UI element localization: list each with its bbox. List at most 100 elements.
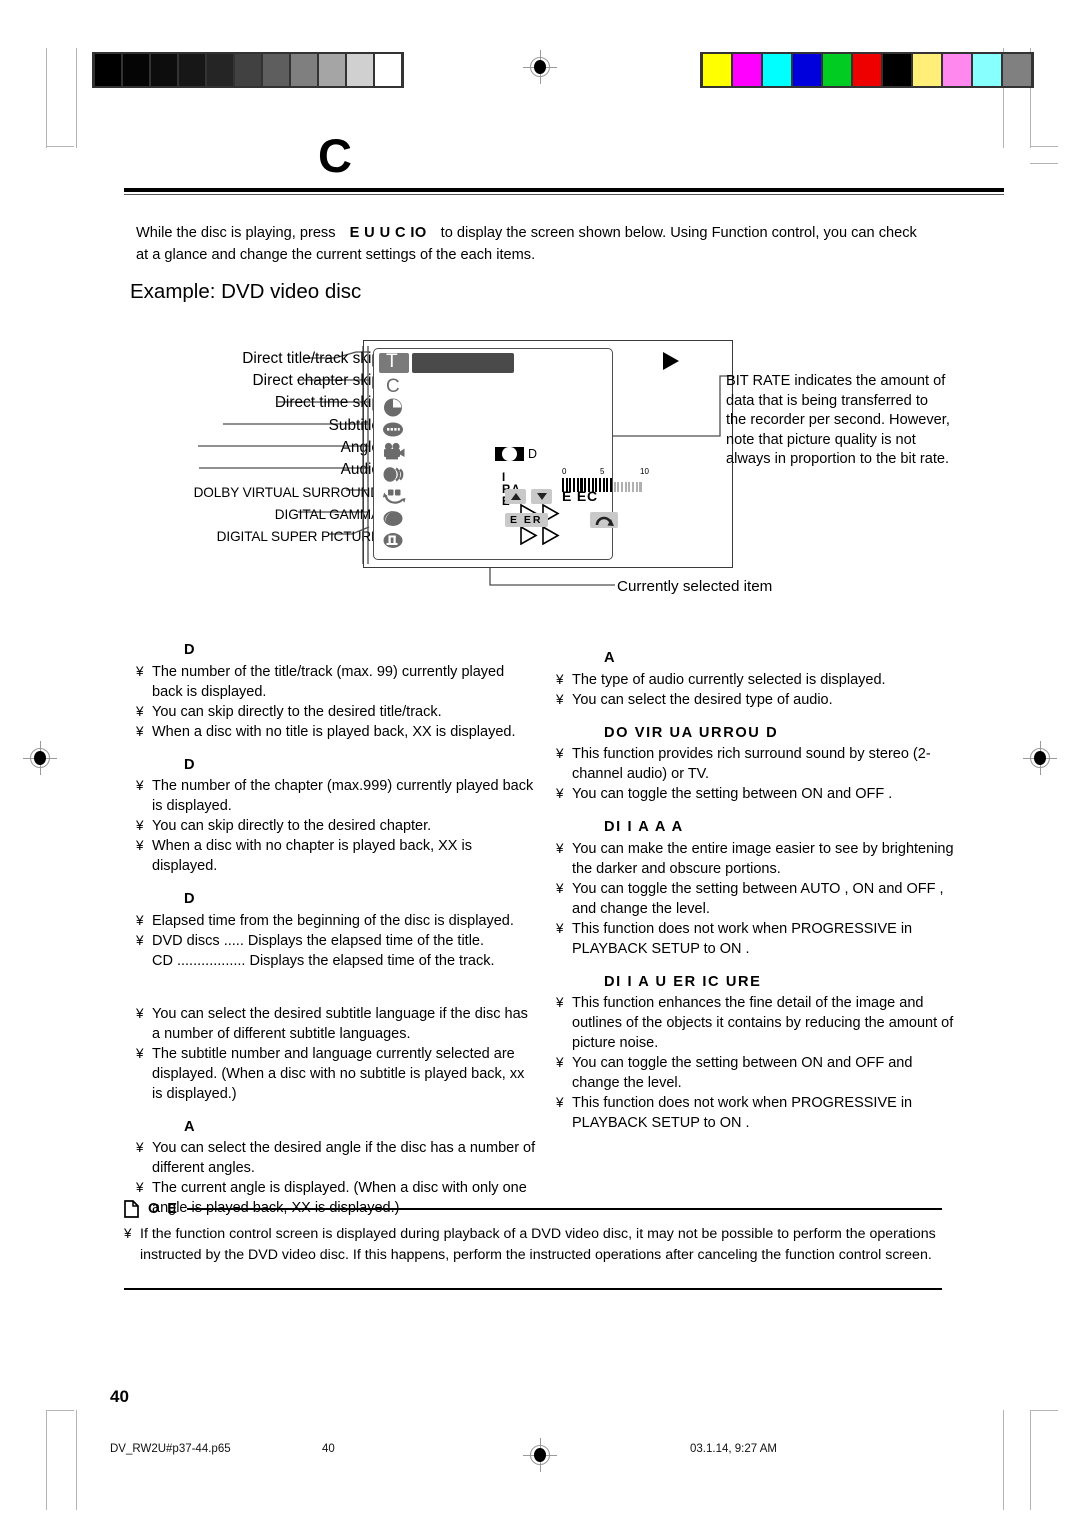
bullet-marker: ¥	[556, 691, 564, 707]
osd-row-subtitle[interactable]	[382, 419, 442, 441]
note-body: ¥ If the function control screen is displ…	[124, 1224, 942, 1266]
osd-row-surround[interactable]	[382, 485, 442, 507]
bullet-item: ¥ You can select the desired angle if the…	[136, 1138, 536, 1178]
osd-row-chapter[interactable]: C	[382, 374, 442, 396]
callout-row: Direct chapter skip	[170, 370, 380, 392]
content-section: DI I A A A ¥ You can make the entire image…	[556, 817, 956, 959]
bit-rate-bar	[628, 482, 631, 492]
note-header: O E	[124, 1200, 942, 1218]
bullet-text: You can select the desired type of audio…	[572, 691, 833, 708]
enter-button[interactable]: E ER	[505, 513, 548, 527]
bullet-marker: ¥	[556, 995, 564, 1010]
note-box: O E ¥ If the function control screen is d…	[124, 1200, 942, 1266]
bullet-text: This function does not work when PROGRES…	[572, 920, 913, 957]
crop-mark-br-v2	[1003, 1410, 1004, 1510]
osd-row-title[interactable]	[382, 352, 442, 374]
bullet-marker: ¥	[136, 723, 144, 739]
section-heading: DI I A U ER IC URE	[604, 973, 762, 990]
title-rule-thin	[124, 194, 1004, 195]
grayscale-swatch-5	[235, 54, 261, 86]
content-section: A ¥ The type of audio currently selected i…	[556, 648, 956, 710]
section-heading: D	[184, 756, 197, 773]
grayscale-swatch-0	[95, 54, 121, 86]
osd-row-time[interactable]	[382, 396, 442, 418]
note-bottom-rule	[124, 1288, 942, 1290]
color-swatch-6	[883, 54, 911, 86]
osd-row-angle[interactable]	[382, 441, 442, 463]
return-button[interactable]	[589, 512, 618, 528]
osd-row-audio[interactable]	[382, 463, 442, 485]
grayscale-swatch-4	[207, 54, 233, 86]
grayscale-swatch-8	[319, 54, 345, 86]
dolby-digital-logo: D	[495, 447, 537, 461]
bullet-text: You can skip directly to the desired cha…	[152, 818, 432, 834]
up-arrow-button[interactable]	[505, 488, 526, 504]
bullet-text: When a disc with no title is played back…	[152, 723, 516, 740]
crop-mark-tl-h	[46, 146, 74, 147]
bullet-item: ¥ You can select the desired type of audi…	[556, 690, 956, 710]
osd-row-super-picture[interactable]	[382, 530, 442, 552]
bullet-text: The number of the title/track (max. 99) …	[152, 663, 505, 700]
bullet-item: ¥ When a disc with no chapter is played b…	[136, 836, 536, 876]
subtitle-icon	[382, 419, 407, 440]
registration-mark-bottom	[523, 1438, 557, 1472]
bullet-marker: ¥	[136, 663, 144, 679]
crop-mark-tr-h2	[1030, 163, 1058, 164]
bit-rate-bar	[602, 478, 605, 492]
osd-icon-column: C	[382, 352, 442, 552]
color-swatch-1	[733, 54, 761, 86]
bullet-marker: ¥	[556, 786, 564, 801]
select-label: E EC	[562, 488, 598, 504]
bullet-item: ¥ You can toggle the setting between AUTO…	[556, 879, 956, 919]
crop-mark-tl-v	[46, 48, 47, 148]
bit-rate-tick-0: 0	[562, 467, 567, 476]
grayscale-swatch-3	[179, 54, 205, 86]
osd-row-gamma[interactable]	[382, 507, 442, 529]
bullet-item: ¥ When a disc with no title is played bac…	[136, 722, 536, 742]
bullet-marker: ¥	[124, 1226, 132, 1241]
color-swatch-9	[973, 54, 1001, 86]
grayscale-swatch-6	[263, 54, 289, 86]
bullet-item: ¥ This function does not work when PROGRE…	[556, 919, 956, 959]
grayscale-calibration-bar	[92, 52, 404, 88]
content-section: D ¥ Elapsed time from the beginning of the…	[136, 889, 536, 971]
bullet-marker: ¥	[136, 1045, 144, 1061]
bullet-text: You can skip directly to the desired tit…	[152, 703, 442, 720]
bit-rate-bar	[606, 478, 609, 492]
grayscale-swatch-2	[151, 54, 177, 86]
bullet-text: You can select the desired subtitle lang…	[152, 1005, 528, 1042]
note-document-icon	[124, 1200, 139, 1218]
note-bullet-item: ¥ If the function control screen is displ…	[124, 1224, 942, 1266]
bullet-marker: ¥	[136, 818, 144, 833]
speaker-icon	[382, 464, 407, 485]
bit-rate-bar	[621, 482, 624, 492]
bullet-text: Elapsed time from the beginning of the d…	[152, 912, 514, 929]
down-arrow-button[interactable]	[531, 488, 552, 504]
bullet-text: You can toggle the setting between ON an…	[572, 1055, 913, 1091]
chapter-icon: C	[382, 375, 407, 396]
bullet-text: This function does not work when PROGRES…	[572, 1095, 913, 1131]
footer-filename: DV_RW2U#p37-44.p65	[110, 1443, 231, 1455]
bit-rate-tick-5: 5	[600, 467, 605, 476]
bullet-marker: ¥	[136, 1140, 144, 1155]
bullet-text: You can make the entire image easier to …	[572, 840, 954, 877]
bullet-marker: ¥	[136, 838, 144, 853]
bullet-text: You can toggle the setting between ON an…	[572, 786, 893, 802]
color-swatch-2	[763, 54, 791, 86]
bullet-marker: ¥	[556, 880, 564, 896]
grayscale-swatch-10	[375, 54, 401, 86]
callout-label: DOLBY VIRTUAL SURROUND	[193, 484, 381, 500]
bullet-text: You can toggle the setting between AUTO …	[572, 880, 944, 917]
callout-row: DIGITAL GAMMA	[170, 503, 380, 525]
color-swatch-0	[703, 54, 731, 86]
color-swatch-3	[793, 54, 821, 86]
bit-rate-tick-10: 10	[640, 467, 649, 476]
bullet-item: ¥ You can make the entire image easier to…	[556, 839, 956, 879]
play-indicator-icon	[663, 352, 679, 370]
callout-label: Direct title/track skip	[242, 350, 380, 368]
color-swatch-8	[943, 54, 971, 86]
bullet-item: ¥ The number of the title/track (max. 99)…	[136, 662, 536, 702]
select-control-row: E EC	[505, 488, 598, 504]
section-heading: DO VIR UA URROU D	[604, 724, 779, 741]
bullet-marker: ¥	[136, 912, 144, 928]
